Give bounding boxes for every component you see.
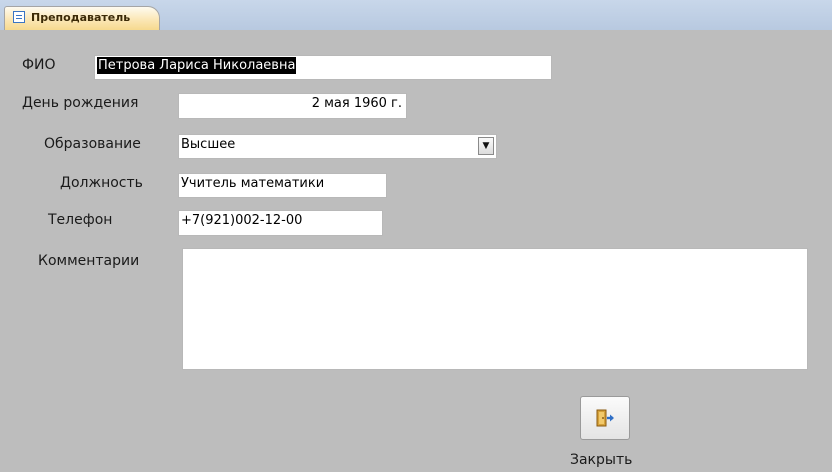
- comments-label: Комментарии: [38, 253, 140, 269]
- close-button-label: Закрыть: [570, 452, 633, 468]
- tab-title: Преподаватель: [31, 11, 131, 24]
- birthday-value: 2 мая 1960 г.: [311, 96, 402, 111]
- phone-value: +7(921)002-12-00: [181, 213, 303, 228]
- document-tab-strip: Преподаватель: [0, 0, 832, 30]
- position-field[interactable]: Учитель математики: [178, 173, 387, 198]
- education-label: Образование: [44, 136, 141, 152]
- education-combobox[interactable]: Высшее ▼: [178, 134, 497, 159]
- birthday-label: День рождения: [22, 95, 139, 111]
- comments-field[interactable]: [182, 248, 808, 370]
- fio-value: Петрова Лариса Николаевна: [97, 57, 297, 74]
- phone-field[interactable]: +7(921)002-12-00: [178, 210, 383, 236]
- close-button[interactable]: [580, 396, 630, 440]
- form-icon: [13, 11, 25, 23]
- fio-field[interactable]: Петрова Лариса Николаевна: [94, 55, 552, 80]
- tab-prepodavatel[interactable]: Преподаватель: [4, 6, 160, 30]
- chevron-down-icon[interactable]: ▼: [478, 137, 494, 155]
- position-value: Учитель математики: [181, 176, 325, 191]
- birthday-field[interactable]: 2 мая 1960 г.: [178, 93, 407, 119]
- phone-label: Телефон: [48, 212, 113, 228]
- education-value: Высшее: [181, 137, 236, 152]
- fio-label: ФИО: [22, 57, 56, 73]
- position-label: Должность: [60, 175, 143, 191]
- exit-door-icon: [596, 409, 614, 427]
